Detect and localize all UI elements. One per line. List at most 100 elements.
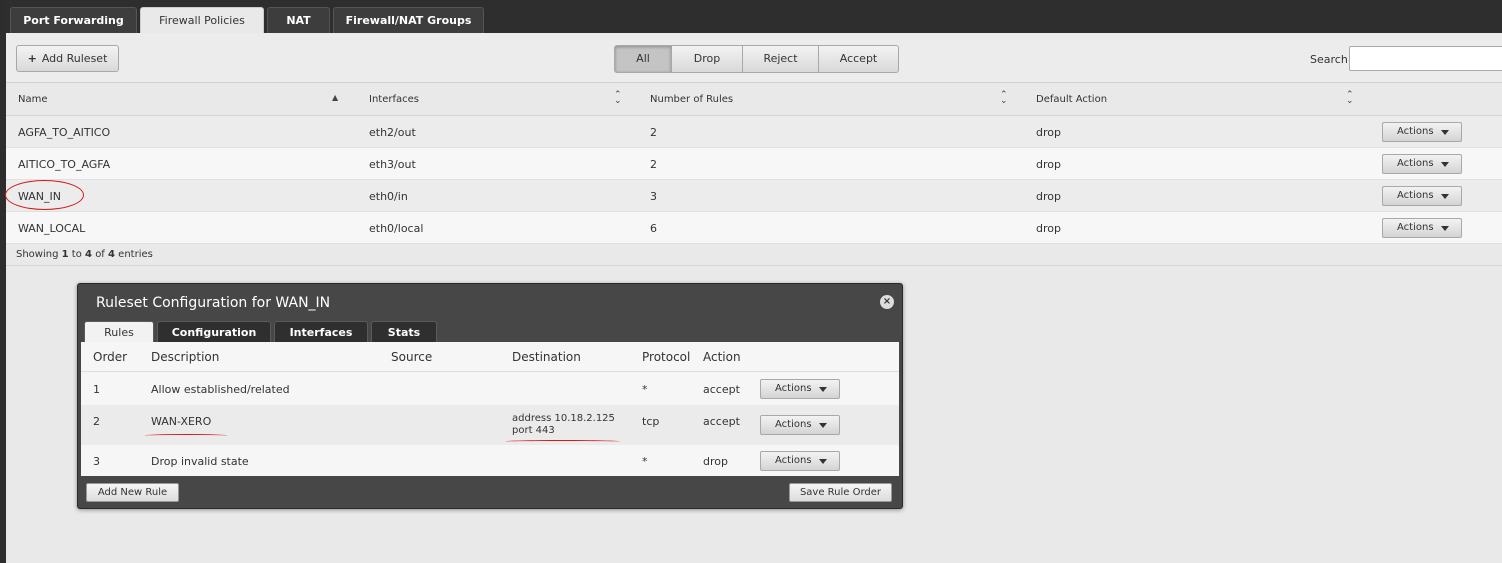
dialog-tab-interfaces[interactable]: Interfaces (274, 321, 368, 342)
column-action: Action (703, 350, 741, 364)
actions-label: Actions (775, 419, 812, 430)
rule-description: WAN-XERO (151, 415, 212, 428)
ruleset-default-action: drop (1036, 126, 1061, 139)
dialog-tab-configuration[interactable]: Configuration (157, 321, 271, 342)
plus-icon: + (27, 52, 37, 65)
filter-accept-button[interactable]: Accept (818, 45, 899, 73)
rules-table: Order Description Source Destination Pro… (81, 342, 899, 476)
filter-reject-button[interactable]: Reject (742, 45, 819, 73)
rule-destination-address: address 10.18.2.125 (512, 413, 615, 424)
rule-description: Drop invalid state (151, 455, 249, 468)
tab-firewall-nat-groups[interactable]: Firewall/NAT Groups (333, 7, 484, 33)
table-header: Name ▲ Interfaces ⌃ ⌄ Number of Rules ⌃ ⌄ … (6, 84, 1502, 116)
table-row[interactable]: 2 WAN-XERO address 10.18.2.125 port 443 … (81, 405, 899, 445)
add-ruleset-button[interactable]: + Add Ruleset (16, 45, 119, 72)
rule-protocol: * (642, 455, 648, 468)
tab-port-forwarding[interactable]: Port Forwarding (10, 7, 137, 33)
actions-label: Actions (775, 455, 812, 466)
annotation-underline (145, 434, 227, 437)
caret-down-icon (1441, 130, 1449, 135)
ruleset-interfaces: eth0/in (369, 190, 408, 203)
ruleset-default-action: drop (1036, 158, 1061, 171)
table-row[interactable]: WAN_LOCAL eth0/local 6 drop Actions (6, 212, 1502, 244)
ruleset-name: AITICO_TO_AGFA (18, 158, 111, 171)
ruleset-rule-count: 2 (650, 126, 657, 139)
tab-nat[interactable]: NAT (267, 7, 330, 33)
dialog-tab-rules[interactable]: Rules (84, 321, 154, 342)
entries-total: 4 (108, 249, 115, 260)
caret-down-icon (819, 423, 827, 428)
divider (6, 265, 1502, 266)
actions-dropdown-button[interactable]: Actions (1382, 218, 1462, 238)
table-row[interactable]: AITICO_TO_AGFA eth3/out 2 drop Actions (6, 148, 1502, 180)
actions-dropdown-button[interactable]: Actions (760, 451, 840, 471)
table-row[interactable]: WAN_IN eth0/in 3 drop Actions (6, 180, 1502, 212)
sort-both-icon[interactable]: ⌃ ⌄ (1000, 91, 1008, 106)
add-new-rule-button[interactable]: Add New Rule (86, 483, 179, 502)
ruleset-interfaces: eth2/out (369, 126, 416, 139)
column-interfaces[interactable]: Interfaces (369, 94, 419, 105)
dialog-footer: Add New Rule Save Rule Order (81, 476, 899, 506)
sort-asc-icon[interactable]: ▲ (332, 94, 338, 102)
ruleset-rule-count: 2 (650, 158, 657, 171)
filter-all-button[interactable]: All (614, 45, 672, 73)
rule-order: 2 (93, 415, 100, 428)
annotation-circle (5, 180, 84, 210)
rule-destination-port: port 443 (512, 425, 555, 436)
entries-from: 1 (61, 249, 69, 260)
rules-table-header: Order Description Source Destination Pro… (81, 342, 899, 372)
rule-action: drop (703, 455, 728, 468)
column-destination: Destination (512, 350, 581, 364)
sort-both-icon[interactable]: ⌃ ⌄ (1346, 91, 1354, 106)
search-input[interactable] (1349, 46, 1502, 71)
rule-order: 3 (93, 455, 100, 468)
table-row[interactable]: 3 Drop invalid state * drop Actions (81, 445, 899, 476)
tab-firewall-policies[interactable]: Firewall Policies (140, 7, 264, 33)
entries-to: 4 (85, 249, 92, 260)
sort-both-icon[interactable]: ⌃ ⌄ (614, 91, 622, 106)
filter-drop-button[interactable]: Drop (671, 45, 743, 73)
table-row[interactable]: 1 Allow established/related * accept Act… (81, 373, 899, 405)
ruleset-config-dialog: Ruleset Configuration for WAN_IN × Rules… (77, 283, 903, 509)
entries-to-word: to (71, 249, 82, 260)
close-icon[interactable]: × (880, 295, 894, 309)
column-order: Order (93, 350, 128, 364)
column-default-action[interactable]: Default Action (1036, 94, 1107, 105)
actions-dropdown-button[interactable]: Actions (1382, 154, 1462, 174)
ruleset-rule-count: 6 (650, 222, 657, 235)
actions-dropdown-button[interactable]: Actions (1382, 186, 1462, 206)
caret-down-icon (1441, 226, 1449, 231)
dialog-title: Ruleset Configuration for WAN_IN (96, 295, 331, 311)
entries-prefix: Showing (16, 249, 59, 260)
ruleset-name: AGFA_TO_AITICO (18, 126, 111, 139)
caret-down-icon (1441, 194, 1449, 199)
rule-action: accept (703, 383, 740, 396)
caret-down-icon (1441, 162, 1449, 167)
actions-dropdown-button[interactable]: Actions (760, 415, 840, 435)
actions-dropdown-button[interactable]: Actions (1382, 122, 1462, 142)
column-name[interactable]: Name (18, 94, 48, 105)
add-ruleset-label: Add Ruleset (41, 52, 108, 65)
actions-label: Actions (775, 383, 812, 394)
table-row[interactable]: AGFA_TO_AITICO eth2/out 2 drop Actions (6, 116, 1502, 148)
ruleset-name: WAN_LOCAL (18, 222, 86, 235)
rule-protocol: tcp (642, 415, 660, 428)
rule-protocol: * (642, 383, 648, 396)
save-rule-order-button[interactable]: Save Rule Order (789, 483, 892, 502)
column-source: Source (391, 350, 433, 364)
top-tab-bar: Port Forwarding Firewall Policies NAT Fi… (6, 0, 1502, 33)
ruleset-rule-count: 3 (650, 190, 657, 203)
column-description: Description (151, 350, 220, 364)
ruleset-default-action: drop (1036, 222, 1061, 235)
column-number-of-rules[interactable]: Number of Rules (650, 94, 733, 105)
entries-of-word: of (95, 249, 105, 260)
dialog-tab-stats[interactable]: Stats (371, 321, 437, 342)
ruleset-interfaces: eth3/out (369, 158, 416, 171)
actions-label: Actions (1397, 158, 1434, 169)
actions-dropdown-button[interactable]: Actions (760, 379, 840, 399)
rulesets-table: Name ▲ Interfaces ⌃ ⌄ Number of Rules ⌃ ⌄ … (6, 84, 1502, 260)
annotation-underline (505, 440, 620, 443)
ruleset-default-action: drop (1036, 190, 1061, 203)
toolbar: + Add Ruleset All Drop Reject Accept Sear… (6, 33, 1502, 83)
rule-action: accept (703, 415, 740, 428)
